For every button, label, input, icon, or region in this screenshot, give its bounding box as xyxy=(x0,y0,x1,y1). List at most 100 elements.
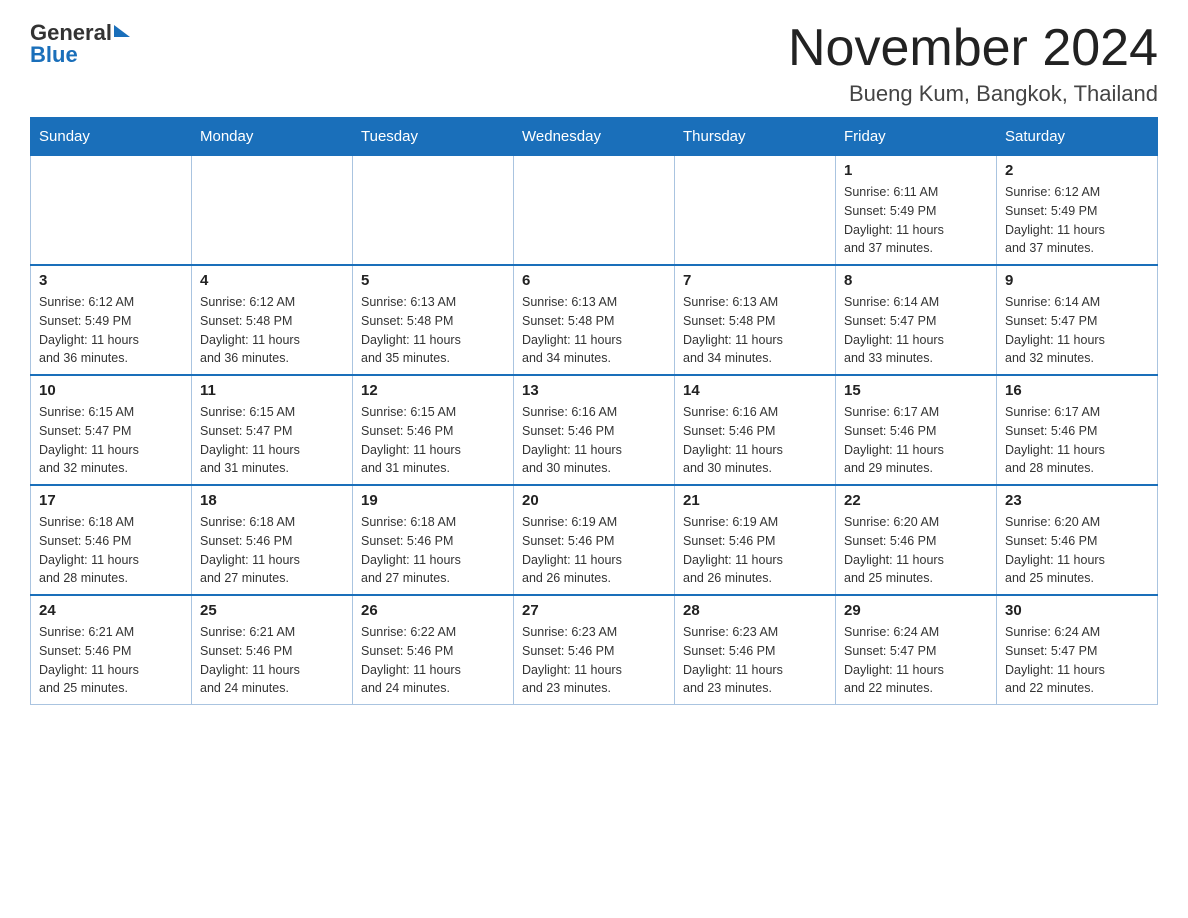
day-number: 20 xyxy=(522,492,666,509)
day-info: Sunrise: 6:19 AMSunset: 5:46 PMDaylight:… xyxy=(522,513,666,588)
day-info: Sunrise: 6:19 AMSunset: 5:46 PMDaylight:… xyxy=(683,513,827,588)
calendar-cell xyxy=(675,156,836,266)
calendar-cell: 13 Sunrise: 6:16 AMSunset: 5:46 PMDayligh… xyxy=(514,375,675,485)
day-info: Sunrise: 6:23 AMSunset: 5:46 PMDaylight:… xyxy=(683,623,827,698)
weekday-header-thursday: Thursday xyxy=(675,118,836,156)
day-info: Sunrise: 6:24 AMSunset: 5:47 PMDaylight:… xyxy=(844,623,988,698)
day-info: Sunrise: 6:16 AMSunset: 5:46 PMDaylight:… xyxy=(522,403,666,478)
day-info: Sunrise: 6:13 AMSunset: 5:48 PMDaylight:… xyxy=(361,293,505,368)
day-info: Sunrise: 6:22 AMSunset: 5:46 PMDaylight:… xyxy=(361,623,505,698)
calendar-cell: 20 Sunrise: 6:19 AMSunset: 5:46 PMDayligh… xyxy=(514,485,675,595)
weekday-header-friday: Friday xyxy=(836,118,997,156)
calendar-cell: 25 Sunrise: 6:21 AMSunset: 5:46 PMDayligh… xyxy=(192,595,353,705)
day-info: Sunrise: 6:14 AMSunset: 5:47 PMDaylight:… xyxy=(844,293,988,368)
calendar-cell: 19 Sunrise: 6:18 AMSunset: 5:46 PMDayligh… xyxy=(353,485,514,595)
calendar-cell: 23Sunrise: 6:20 AMSunset: 5:46 PMDayligh… xyxy=(997,485,1158,595)
day-info: Sunrise: 6:15 AMSunset: 5:47 PMDaylight:… xyxy=(200,403,344,478)
day-info: Sunrise: 6:17 AMSunset: 5:46 PMDaylight:… xyxy=(844,403,988,478)
calendar-cell: 24Sunrise: 6:21 AMSunset: 5:46 PMDayligh… xyxy=(31,595,192,705)
day-number: 8 xyxy=(844,272,988,289)
weekday-header-monday: Monday xyxy=(192,118,353,156)
day-info: Sunrise: 6:16 AMSunset: 5:46 PMDaylight:… xyxy=(683,403,827,478)
day-info: Sunrise: 6:18 AMSunset: 5:46 PMDaylight:… xyxy=(200,513,344,588)
day-info: Sunrise: 6:13 AMSunset: 5:48 PMDaylight:… xyxy=(683,293,827,368)
calendar-cell: 27 Sunrise: 6:23 AMSunset: 5:46 PMDayligh… xyxy=(514,595,675,705)
calendar-cell: 5Sunrise: 6:13 AMSunset: 5:48 PMDaylight… xyxy=(353,265,514,375)
day-info: Sunrise: 6:12 AMSunset: 5:49 PMDaylight:… xyxy=(39,293,183,368)
logo-arrow-icon xyxy=(114,25,130,37)
calendar-week-row: 3Sunrise: 6:12 AMSunset: 5:49 PMDaylight… xyxy=(31,265,1158,375)
calendar-cell: 2Sunrise: 6:12 AMSunset: 5:49 PMDaylight… xyxy=(997,156,1158,266)
day-number: 22 xyxy=(844,492,988,509)
day-info: Sunrise: 6:12 AMSunset: 5:49 PMDaylight:… xyxy=(1005,183,1149,258)
day-number: 17 xyxy=(39,492,183,509)
weekday-header-row: SundayMondayTuesdayWednesdayThursdayFrid… xyxy=(31,118,1158,156)
calendar-cell: 29 Sunrise: 6:24 AMSunset: 5:47 PMDayligh… xyxy=(836,595,997,705)
day-info: Sunrise: 6:24 AMSunset: 5:47 PMDaylight:… xyxy=(1005,623,1149,698)
day-number: 27 xyxy=(522,602,666,619)
month-title: November 2024 xyxy=(788,20,1158,77)
day-info: Sunrise: 6:18 AMSunset: 5:46 PMDaylight:… xyxy=(39,513,183,588)
day-number: 25 xyxy=(200,602,344,619)
day-info: Sunrise: 6:17 AMSunset: 5:46 PMDaylight:… xyxy=(1005,403,1149,478)
calendar-header: SundayMondayTuesdayWednesdayThursdayFrid… xyxy=(31,118,1158,156)
day-number: 14 xyxy=(683,382,827,399)
day-number: 16 xyxy=(1005,382,1149,399)
day-number: 11 xyxy=(200,382,344,399)
day-number: 13 xyxy=(522,382,666,399)
day-info: Sunrise: 6:12 AMSunset: 5:48 PMDaylight:… xyxy=(200,293,344,368)
day-number: 21 xyxy=(683,492,827,509)
day-number: 29 xyxy=(844,602,988,619)
calendar-cell: 26 Sunrise: 6:22 AMSunset: 5:46 PMDayligh… xyxy=(353,595,514,705)
calendar-cell: 30 Sunrise: 6:24 AMSunset: 5:47 PMDayligh… xyxy=(997,595,1158,705)
location-title: Bueng Kum, Bangkok, Thailand xyxy=(788,81,1158,107)
day-info: Sunrise: 6:23 AMSunset: 5:46 PMDaylight:… xyxy=(522,623,666,698)
day-info: Sunrise: 6:15 AMSunset: 5:47 PMDaylight:… xyxy=(39,403,183,478)
calendar-cell: 14 Sunrise: 6:16 AMSunset: 5:46 PMDayligh… xyxy=(675,375,836,485)
calendar-cell: 15 Sunrise: 6:17 AMSunset: 5:46 PMDayligh… xyxy=(836,375,997,485)
day-number: 9 xyxy=(1005,272,1149,289)
day-number: 30 xyxy=(1005,602,1149,619)
calendar-cell xyxy=(514,156,675,266)
calendar-cell: 11 Sunrise: 6:15 AMSunset: 5:47 PMDayligh… xyxy=(192,375,353,485)
weekday-header-saturday: Saturday xyxy=(997,118,1158,156)
day-info: Sunrise: 6:14 AMSunset: 5:47 PMDaylight:… xyxy=(1005,293,1149,368)
calendar-cell: 8 Sunrise: 6:14 AMSunset: 5:47 PMDaylight… xyxy=(836,265,997,375)
title-area: November 2024 Bueng Kum, Bangkok, Thaila… xyxy=(788,20,1158,107)
calendar-cell xyxy=(192,156,353,266)
page-header: General Blue November 2024 Bueng Kum, Ba… xyxy=(30,20,1158,107)
day-number: 15 xyxy=(844,382,988,399)
calendar-cell xyxy=(353,156,514,266)
calendar-week-row: 10 Sunrise: 6:15 AMSunset: 5:47 PMDayligh… xyxy=(31,375,1158,485)
calendar-cell xyxy=(31,156,192,266)
calendar-cell: 28 Sunrise: 6:23 AMSunset: 5:46 PMDayligh… xyxy=(675,595,836,705)
calendar-week-row: 17 Sunrise: 6:18 AMSunset: 5:46 PMDayligh… xyxy=(31,485,1158,595)
day-number: 26 xyxy=(361,602,505,619)
day-info: Sunrise: 6:11 AMSunset: 5:49 PMDaylight:… xyxy=(844,183,988,258)
day-number: 6 xyxy=(522,272,666,289)
calendar-week-row: 1Sunrise: 6:11 AMSunset: 5:49 PMDaylight… xyxy=(31,156,1158,266)
calendar-cell: 4 Sunrise: 6:12 AMSunset: 5:48 PMDaylight… xyxy=(192,265,353,375)
day-info: Sunrise: 6:18 AMSunset: 5:46 PMDaylight:… xyxy=(361,513,505,588)
calendar-cell: 22 Sunrise: 6:20 AMSunset: 5:46 PMDayligh… xyxy=(836,485,997,595)
calendar-cell: 16 Sunrise: 6:17 AMSunset: 5:46 PMDayligh… xyxy=(997,375,1158,485)
day-number: 10 xyxy=(39,382,183,399)
calendar-cell: 9 Sunrise: 6:14 AMSunset: 5:47 PMDaylight… xyxy=(997,265,1158,375)
day-number: 19 xyxy=(361,492,505,509)
day-info: Sunrise: 6:20 AMSunset: 5:46 PMDaylight:… xyxy=(844,513,988,588)
calendar-body: 1Sunrise: 6:11 AMSunset: 5:49 PMDaylight… xyxy=(31,156,1158,705)
day-number: 28 xyxy=(683,602,827,619)
logo: General Blue xyxy=(30,20,130,68)
calendar-cell: 21 Sunrise: 6:19 AMSunset: 5:46 PMDayligh… xyxy=(675,485,836,595)
day-number: 12 xyxy=(361,382,505,399)
weekday-header-sunday: Sunday xyxy=(31,118,192,156)
day-number: 18 xyxy=(200,492,344,509)
calendar-cell: 12Sunrise: 6:15 AMSunset: 5:46 PMDayligh… xyxy=(353,375,514,485)
calendar-cell: 3Sunrise: 6:12 AMSunset: 5:49 PMDaylight… xyxy=(31,265,192,375)
day-info: Sunrise: 6:21 AMSunset: 5:46 PMDaylight:… xyxy=(200,623,344,698)
calendar-cell: 17 Sunrise: 6:18 AMSunset: 5:46 PMDayligh… xyxy=(31,485,192,595)
calendar-cell: 10 Sunrise: 6:15 AMSunset: 5:47 PMDayligh… xyxy=(31,375,192,485)
weekday-header-wednesday: Wednesday xyxy=(514,118,675,156)
day-number: 4 xyxy=(200,272,344,289)
calendar-cell: 18 Sunrise: 6:18 AMSunset: 5:46 PMDayligh… xyxy=(192,485,353,595)
